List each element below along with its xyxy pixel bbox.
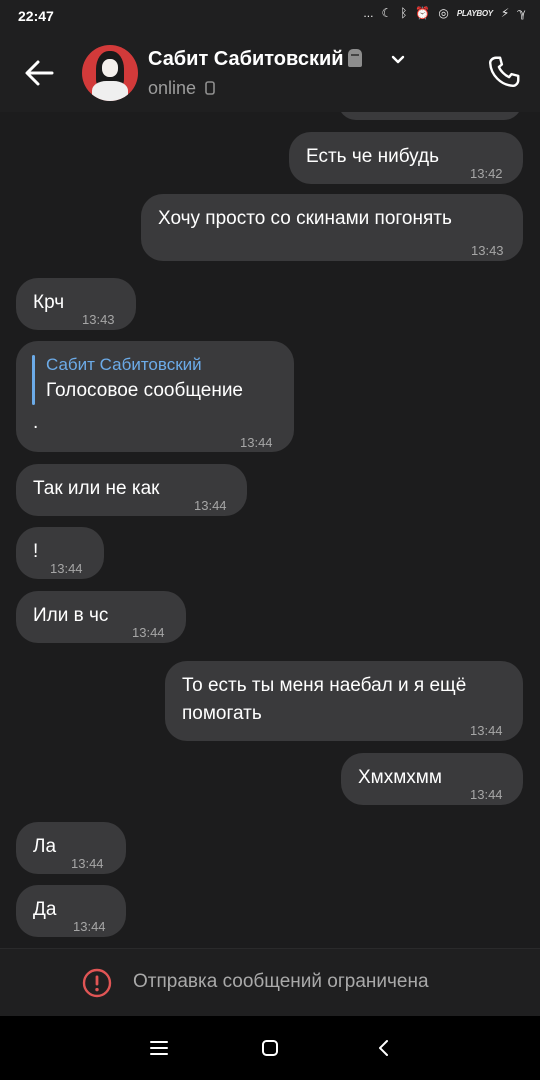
avatar[interactable] (82, 45, 138, 101)
message-text: Крч (33, 292, 65, 313)
message-bubble-outgoing[interactable] (338, 112, 522, 120)
message-text-line1: То есть ты меня наебал и я ещё (182, 675, 467, 696)
message-bubble-incoming[interactable]: Или в чс 13:44 (16, 591, 186, 643)
status-icons: ... ☾ ᛒ ⏰ ◎ PLAYBOY ⚡ ℽ (363, 6, 526, 20)
exclamation-circle-icon (82, 968, 112, 998)
chevron-down-icon[interactable] (390, 52, 406, 68)
message-time: 13:43 (82, 312, 115, 327)
back-icon[interactable] (372, 1036, 396, 1060)
phone-device-icon (205, 81, 215, 95)
message-text: Хочу просто со скинами погонять (158, 208, 452, 229)
reply-quote-bar (32, 355, 35, 405)
message-list[interactable]: Есть че нибудь 13:42 Хочу просто со скин… (0, 112, 540, 948)
message-bubble-incoming[interactable]: Так или не как 13:44 (16, 464, 247, 516)
message-bubble-outgoing[interactable]: Хмхмхмм 13:44 (341, 753, 523, 805)
vpn-icon: ◎ (438, 6, 449, 20)
message-bubble-outgoing[interactable]: То есть ты меня наебал и я ещё помогать … (165, 661, 523, 741)
message-bubble-incoming[interactable]: Да 13:44 (16, 885, 126, 937)
message-text: Ла (33, 836, 57, 857)
system-nav-bar (0, 1016, 540, 1080)
message-text: Или в чс (33, 605, 109, 626)
home-icon[interactable] (258, 1036, 282, 1060)
message-text-line2: помогать (182, 703, 262, 724)
message-time: 13:43 (471, 243, 504, 258)
message-bubble-outgoing[interactable]: Хочу просто со скинами погонять 13:43 (141, 194, 523, 261)
status-bar: 22:47 ... ☾ ᛒ ⏰ ◎ PLAYBOY ⚡ ℽ (0, 0, 540, 34)
alarm-icon: ⏰ (415, 6, 431, 20)
message-text: . (33, 412, 39, 433)
message-time: 13:44 (50, 561, 83, 576)
menu-icon[interactable] (147, 1036, 171, 1060)
message-text: Есть че нибудь (306, 146, 440, 167)
moai-emoji-icon (347, 49, 362, 67)
back-arrow-icon (25, 60, 54, 86)
message-bubble-incoming[interactable]: ! 13:44 (16, 527, 104, 579)
message-time: 13:42 (470, 166, 503, 181)
message-time: 13:44 (470, 723, 503, 738)
message-bubble-incoming[interactable]: Ла 13:44 (16, 822, 126, 874)
status-time: 22:47 (18, 8, 54, 24)
online-status: online (148, 78, 215, 99)
message-time: 13:44 (71, 856, 104, 871)
message-time: 13:44 (194, 498, 227, 513)
message-bubble-reply[interactable]: Сабит Сабитовский Голосовое сообщение . … (16, 341, 294, 452)
notification-dots: ... (363, 6, 374, 20)
restricted-message: Отправка сообщений ограничена (133, 971, 429, 992)
message-text: ! (33, 541, 39, 562)
message-time: 13:44 (240, 435, 273, 450)
reply-quote-author[interactable]: Сабит Сабитовский (46, 351, 202, 379)
message-time: 13:44 (132, 625, 165, 640)
message-text: Да (33, 899, 57, 920)
reply-quote-text[interactable]: Голосовое сообщение (46, 377, 243, 405)
message-time: 13:44 (73, 919, 106, 934)
chat-header: Сабит Сабитовский online (0, 34, 540, 112)
contact-name-text: Сабит Сабитовский (148, 48, 344, 70)
message-bubble-outgoing[interactable]: Есть че нибудь 13:42 (289, 132, 523, 184)
contact-name[interactable]: Сабит Сабитовский (148, 48, 362, 71)
battery-saver-icon: ⚡ (500, 6, 510, 20)
message-bubble-incoming[interactable]: Крч 13:43 (16, 278, 136, 330)
message-text: Так или не как (33, 478, 160, 499)
call-button[interactable] (486, 54, 522, 90)
playboy-badge: PLAYBOY (456, 8, 493, 18)
moon-icon: ☾ (381, 6, 393, 20)
message-time: 13:44 (470, 787, 503, 802)
phone-icon (489, 56, 520, 87)
rabbit-icon: ℽ (517, 6, 526, 20)
back-button[interactable] (18, 52, 60, 94)
bluetooth-icon: ᛒ (400, 6, 408, 20)
messaging-restricted-bar: Отправка сообщений ограничена (0, 948, 540, 1017)
message-text: Хмхмхмм (358, 767, 442, 788)
